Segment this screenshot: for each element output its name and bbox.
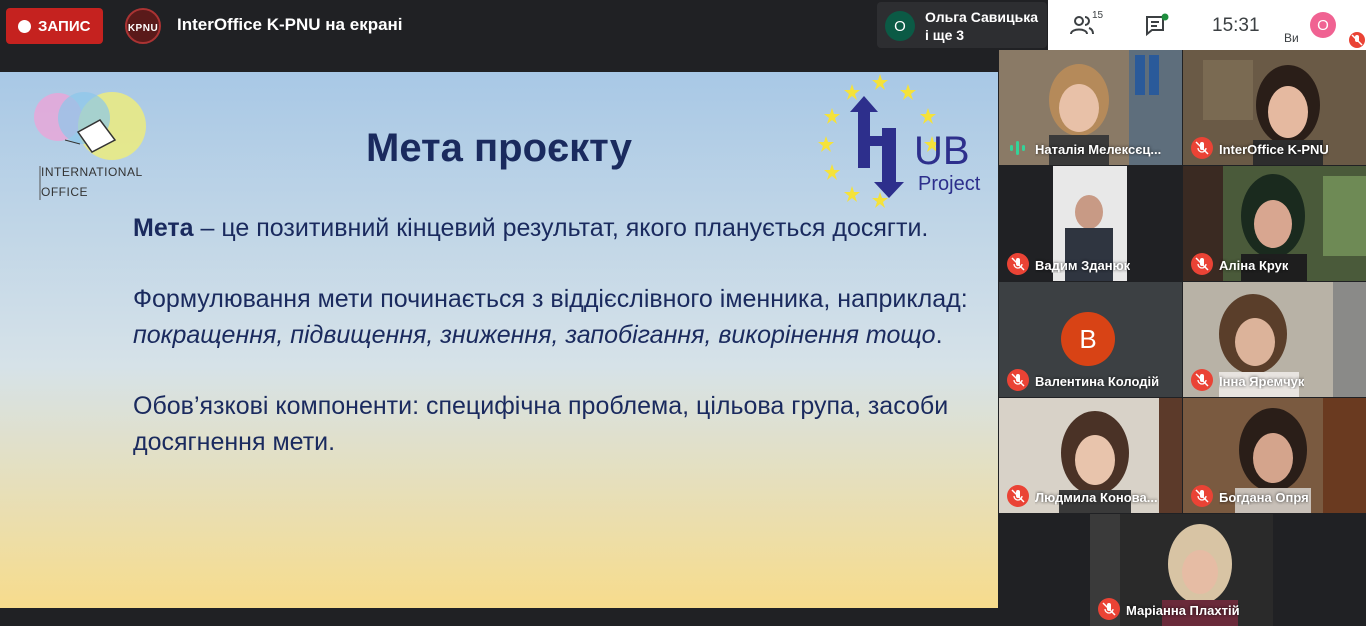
slide-body: Мета – це позитивний кінцевий результат,… xyxy=(133,210,973,495)
formulation-end: . xyxy=(935,321,943,349)
presenting-title: InterOffice K-PNU на екрані xyxy=(177,15,403,34)
mic-off-icon xyxy=(1011,257,1025,271)
formulation-text: Формулювання мети починається з віддієсл… xyxy=(133,285,968,313)
presenter-name: Ольга Савицька xyxy=(925,9,1038,25)
muted-icon xyxy=(1007,253,1029,275)
participant-name: Людмила Конова... xyxy=(1035,490,1158,505)
slide-paragraph-3: Обов’язкові компоненти: специфічна пробл… xyxy=(133,388,973,460)
clock: 15:31 xyxy=(1212,15,1260,36)
org-logo: KPNU xyxy=(125,8,161,44)
muted-icon xyxy=(1191,253,1213,275)
components-text: Обов’язкові компоненти: специфічна пробл… xyxy=(133,392,949,456)
mic-off-icon xyxy=(1102,602,1116,616)
chat-button[interactable] xyxy=(1144,13,1170,37)
muted-icon xyxy=(1098,598,1120,620)
participant-tile[interactable]: InterOffice K-PNU xyxy=(1183,50,1366,165)
participant-tile[interactable]: Аліна Крук xyxy=(1183,166,1366,281)
participant-name: Валентина Колодій xyxy=(1035,374,1160,389)
mic-off-icon xyxy=(1011,489,1025,503)
participants-button[interactable]: 15 xyxy=(1070,10,1106,36)
muted-icon xyxy=(1191,137,1213,159)
chat-icon xyxy=(1146,13,1169,37)
speaking-indicator-icon xyxy=(1010,141,1025,155)
participant-tile[interactable]: В Валентина Колодій xyxy=(999,282,1182,397)
muted-icon xyxy=(1191,485,1213,507)
self-label: Ви xyxy=(1284,31,1299,45)
record-dot-icon xyxy=(18,19,31,33)
self-muted-badge xyxy=(1349,32,1365,48)
people-icon xyxy=(1070,16,1094,35)
formulation-examples: покращення, підвищення, зниження, запобі… xyxy=(133,321,936,349)
recording-button[interactable]: ЗАПИС xyxy=(6,8,103,44)
muted-icon xyxy=(1007,485,1029,507)
recording-label: ЗАПИС xyxy=(38,17,91,35)
definition-text: – це позитивний кінцевий результат, яког… xyxy=(193,214,929,242)
definition-term: Мета xyxy=(133,214,194,242)
participant-tile[interactable]: Богдана Опря xyxy=(1183,398,1366,513)
muted-icon xyxy=(1007,369,1029,391)
participant-tile[interactable]: Маріанна Плахтій xyxy=(1090,514,1273,626)
participant-name: InterOffice K-PNU xyxy=(1219,142,1329,157)
participant-name: Маріанна Плахтій xyxy=(1126,603,1240,618)
presenter-chip[interactable]: О Ольга Савицька і ще 3 xyxy=(877,2,1047,48)
slide-title: Мета проєкту xyxy=(366,126,632,170)
hub-logo-sub: Project xyxy=(918,173,981,195)
participant-name: Вадим Зданюк xyxy=(1035,258,1131,273)
participant-tile[interactable]: Наталія Мелексєц... xyxy=(999,50,1182,165)
mic-off-icon xyxy=(1195,141,1209,155)
mic-off-icon xyxy=(1011,373,1025,387)
participant-tile[interactable]: Людмила Конова... xyxy=(999,398,1182,513)
presenter-names: Ольга Савицька і ще 3 xyxy=(925,8,1038,44)
shared-slide: INTERNATIONAL OFFICE UB Project Мета про… xyxy=(0,72,998,608)
mic-off-icon xyxy=(1195,257,1209,271)
slide-paragraph-2: Формулювання мети починається з віддієсл… xyxy=(133,281,973,353)
presenter-avatar: О xyxy=(885,11,915,41)
participant-avatar: В xyxy=(1061,312,1115,366)
org-logo-text: KPNU xyxy=(127,23,159,34)
participant-tile[interactable]: Інна Яремчук xyxy=(1183,282,1366,397)
participant-name: Богдана Опря xyxy=(1219,490,1309,505)
mic-off-icon xyxy=(1351,34,1363,46)
io-logo-line2: OFFICE xyxy=(41,185,88,199)
participants-count: 15 xyxy=(1092,10,1104,21)
participant-tile[interactable]: Вадим Зданюк xyxy=(999,166,1182,281)
mic-off-icon xyxy=(1195,373,1209,387)
participant-name: Наталія Мелексєц... xyxy=(1035,142,1162,157)
mic-off-icon xyxy=(1195,489,1209,503)
meeting-controls-bar: 15 15:31 О Ви xyxy=(1048,0,1366,50)
participant-name: Аліна Крук xyxy=(1219,258,1289,273)
self-avatar[interactable]: О xyxy=(1310,12,1336,38)
participant-name: Інна Яремчук xyxy=(1219,374,1305,389)
muted-icon xyxy=(1191,369,1213,391)
presenter-others: і ще 3 xyxy=(925,27,965,43)
slide-paragraph-1: Мета – це позитивний кінцевий результат,… xyxy=(133,210,973,246)
